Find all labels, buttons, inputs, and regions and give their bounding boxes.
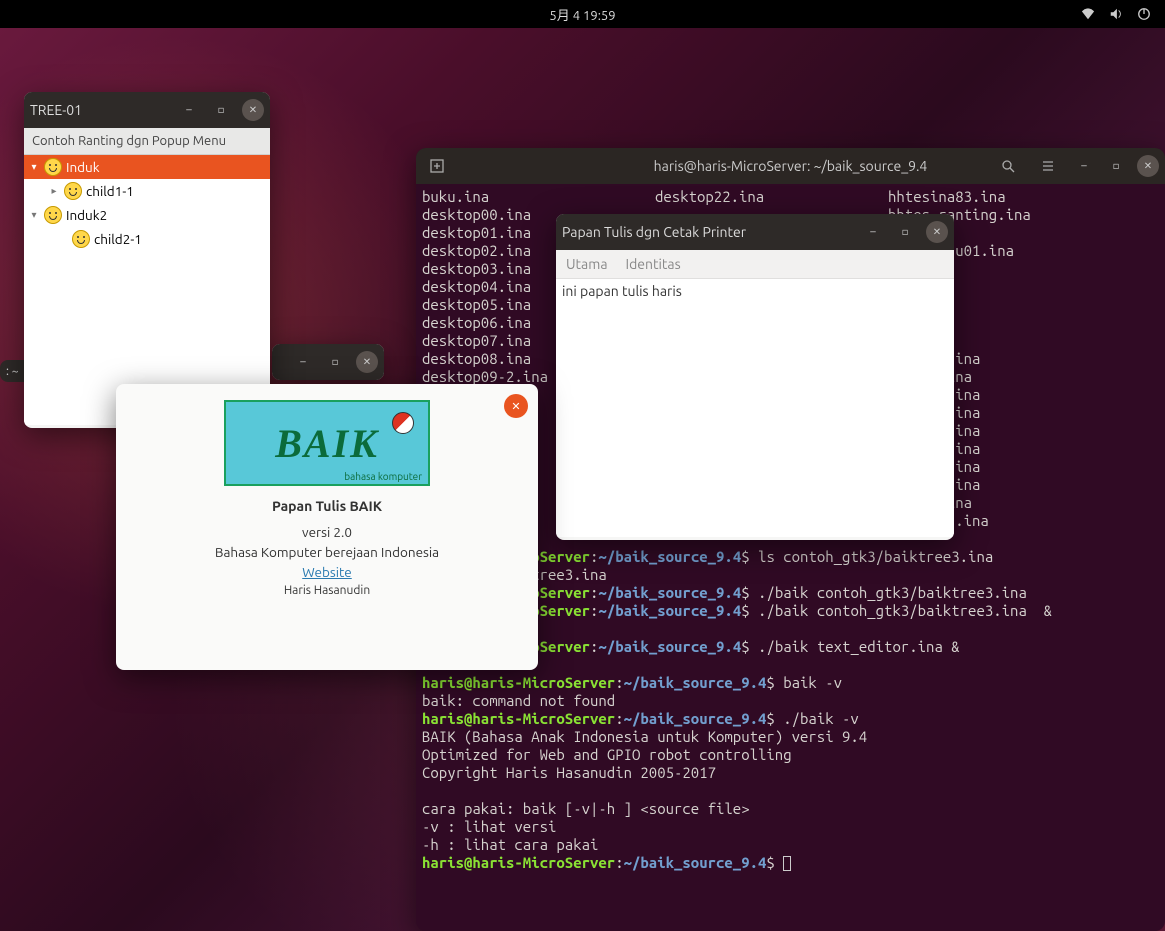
logo-subtitle: bahasa komputer [344, 471, 422, 482]
clock-label: 5月 4 19:59 [549, 5, 615, 24]
search-button[interactable] [993, 151, 1023, 181]
face-icon [44, 206, 62, 224]
minimize-button[interactable] [862, 221, 884, 243]
maximize-button[interactable] [894, 221, 916, 243]
power-icon[interactable] [1137, 7, 1151, 21]
expand-icon[interactable]: ▸ [48, 185, 60, 197]
about-title: Papan Tulis BAIK [136, 498, 518, 514]
about-author: Haris Hasanudin [136, 584, 518, 597]
volume-icon[interactable] [1109, 7, 1123, 21]
tree-label: Induk [66, 159, 100, 175]
tree-window: TREE-01 Contoh Ranting dgn Popup Menu ▾ … [24, 92, 270, 428]
menu-identitas[interactable]: Identitas [626, 256, 681, 272]
menu-utama[interactable]: Utama [566, 256, 608, 272]
about-website-link[interactable]: Website [302, 564, 352, 580]
about-dialog: ✕ BAIK bahasa komputer Papan Tulis BAIK … [116, 384, 538, 670]
expand-icon[interactable]: ▾ [28, 209, 40, 221]
terminal-title: haris@haris-MicroServer: ~/baik_source_9… [654, 158, 928, 174]
face-icon [72, 230, 90, 248]
minimize-button[interactable] [292, 351, 314, 373]
menu-button[interactable] [1033, 151, 1063, 181]
close-button[interactable] [926, 221, 948, 243]
tree-row-induk[interactable]: ▾ Induk [24, 155, 270, 179]
tree-row-induk2[interactable]: ▾ Induk2 [24, 203, 270, 227]
close-button[interactable]: ✕ [504, 394, 528, 418]
tree-label: child1-1 [86, 183, 134, 199]
maximize-button[interactable] [324, 351, 346, 373]
papan-titlebar[interactable]: Papan Tulis dgn Cetak Printer [556, 214, 954, 250]
tree-label: Induk2 [66, 207, 107, 223]
new-tab-button[interactable] [422, 151, 452, 181]
wifi-icon[interactable] [1081, 7, 1095, 21]
minimize-button[interactable] [178, 99, 200, 121]
baik-logo: BAIK bahasa komputer [224, 400, 430, 486]
close-button[interactable] [242, 99, 264, 121]
papan-title: Papan Tulis dgn Cetak Printer [562, 224, 746, 240]
system-topbar: 5月 4 19:59 [0, 0, 1165, 28]
maximize-button[interactable] [210, 99, 232, 121]
tree-row-child1-1[interactable]: ▸ child1-1 [24, 179, 270, 203]
tree-titlebar[interactable]: TREE-01 [24, 92, 270, 128]
face-icon [44, 158, 62, 176]
tree-title: TREE-01 [30, 102, 82, 118]
papan-tulis-window: Papan Tulis dgn Cetak Printer Utama Iden… [556, 214, 954, 540]
background-window [272, 344, 384, 380]
tree-label: child2-1 [94, 231, 142, 247]
face-icon [64, 182, 82, 200]
dock-tab-label: : ~ [6, 365, 18, 378]
about-version: versi 2.0 [136, 524, 518, 540]
terminal-cursor [783, 856, 791, 871]
background-titlebar[interactable] [272, 344, 384, 380]
tree-row-child2-1[interactable]: child2-1 [24, 227, 270, 251]
expand-icon[interactable]: ▾ [28, 161, 40, 173]
papan-menubar: Utama Identitas [556, 250, 954, 279]
maximize-button[interactable] [1105, 155, 1127, 177]
close-button[interactable] [1137, 155, 1159, 177]
minimize-button[interactable] [1073, 155, 1095, 177]
terminal-titlebar[interactable]: haris@haris-MicroServer: ~/baik_source_9… [416, 148, 1165, 184]
close-button[interactable] [356, 351, 378, 373]
tree-column-header: Contoh Ranting dgn Popup Menu [24, 128, 270, 155]
about-description: Bahasa Komputer berejaan Indonesia [136, 544, 518, 560]
logo-ball-icon [392, 412, 414, 434]
logo-text: BAIK [275, 420, 379, 467]
papan-text-area[interactable]: ini papan tulis haris [556, 279, 954, 537]
